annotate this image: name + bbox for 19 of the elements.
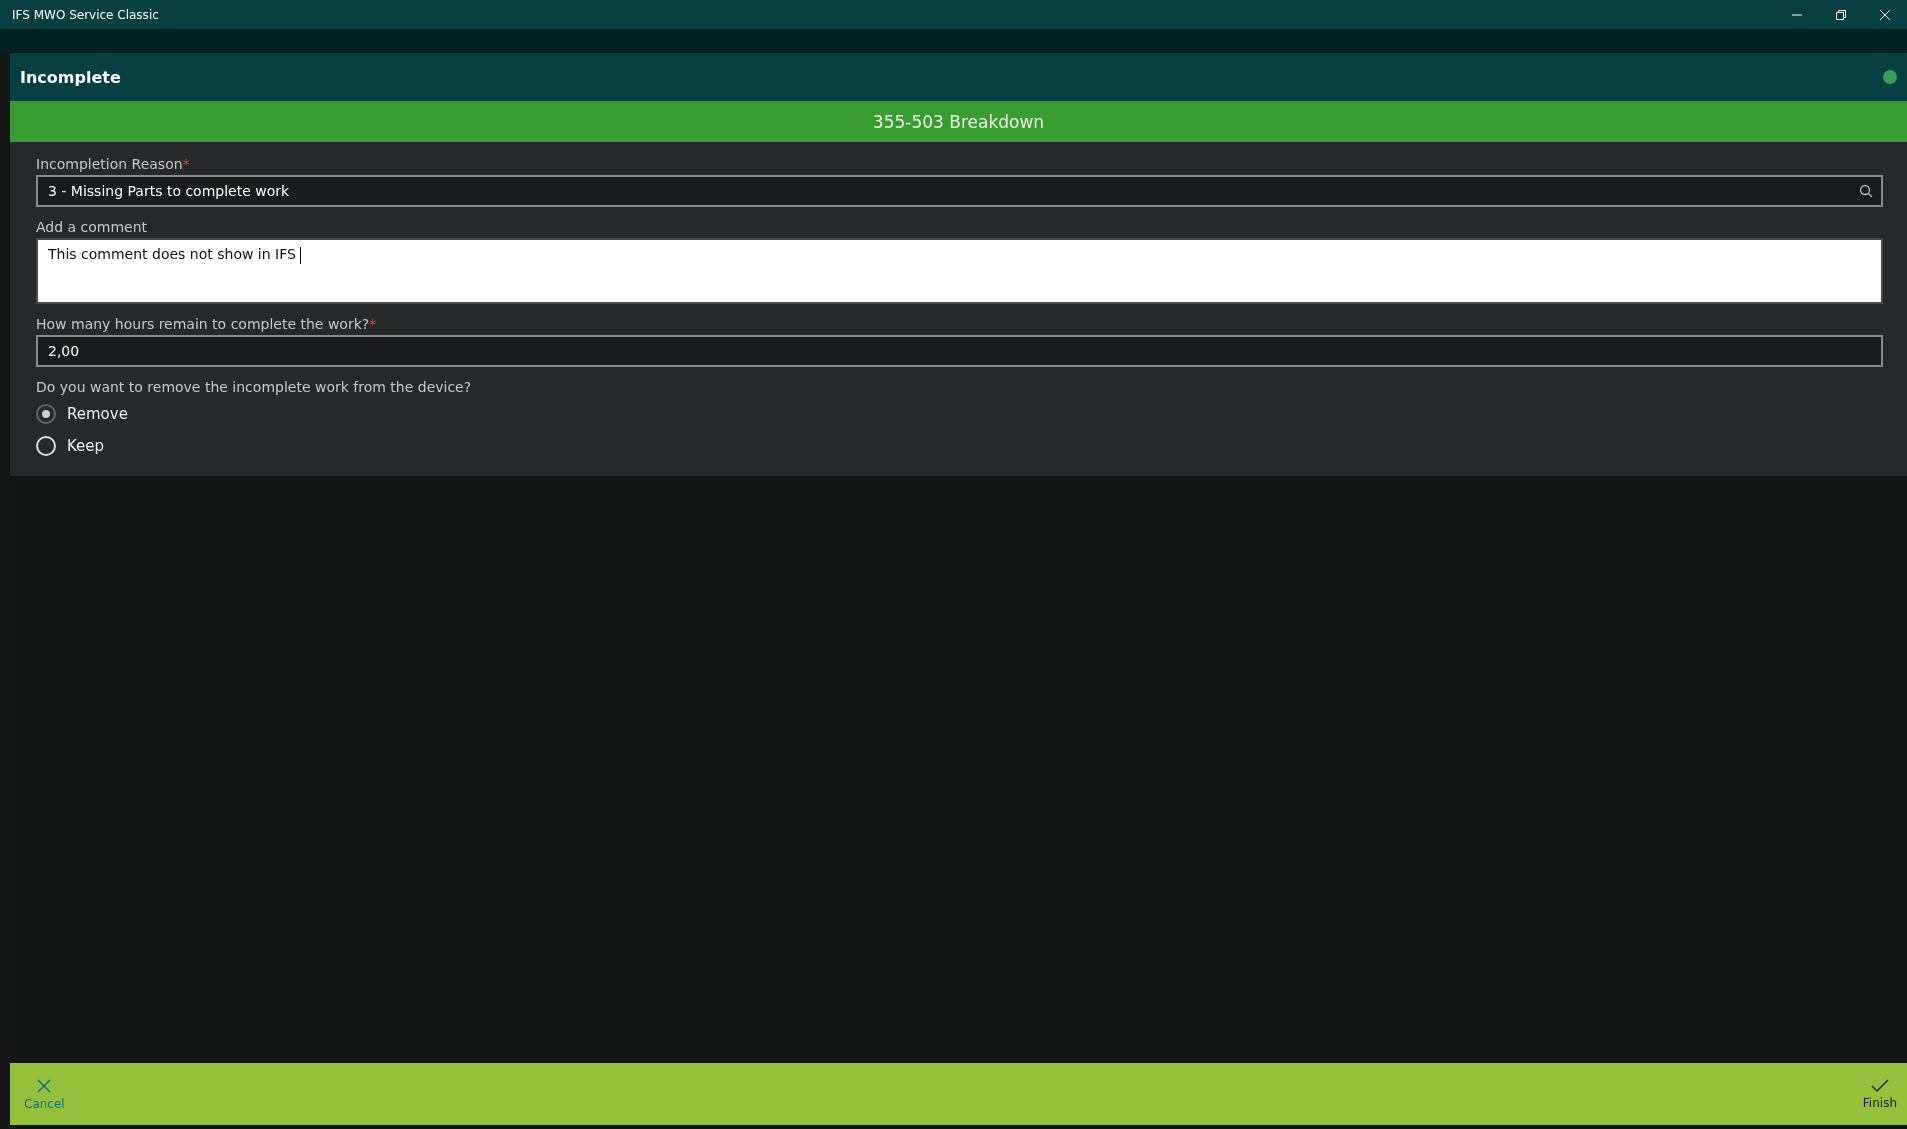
- field-label: How many hours remain to complete the work?*: [36, 316, 378, 332]
- comment-field[interactable]: This comment does not show in IFS: [36, 238, 1883, 304]
- search-icon: [1859, 184, 1873, 198]
- close-icon: [1879, 8, 1891, 21]
- check-icon: [1870, 1078, 1889, 1093]
- hours-field[interactable]: 2,00: [36, 335, 1883, 367]
- radio-label: Keep: [67, 437, 105, 455]
- radio-label: Remove: [67, 405, 128, 423]
- field-label: Add a comment: [36, 219, 149, 235]
- finish-button[interactable]: Finish: [1856, 1074, 1903, 1114]
- close-icon: [36, 1077, 53, 1094]
- window-title: IFS MWO Service Classic: [12, 7, 160, 22]
- work-order-banner: 355-503 Breakdown: [10, 101, 1907, 142]
- radio-button[interactable]: [36, 404, 56, 424]
- restore-icon: [1835, 8, 1847, 21]
- field-label: Incompletion Reason*: [36, 156, 191, 172]
- question-text: Do you want to remove the incomplete work from the device?: [36, 379, 473, 395]
- dialog-title: Incomplete: [20, 67, 122, 87]
- reason-field[interactable]: 3 - Missing Parts to complete work: [36, 175, 1883, 207]
